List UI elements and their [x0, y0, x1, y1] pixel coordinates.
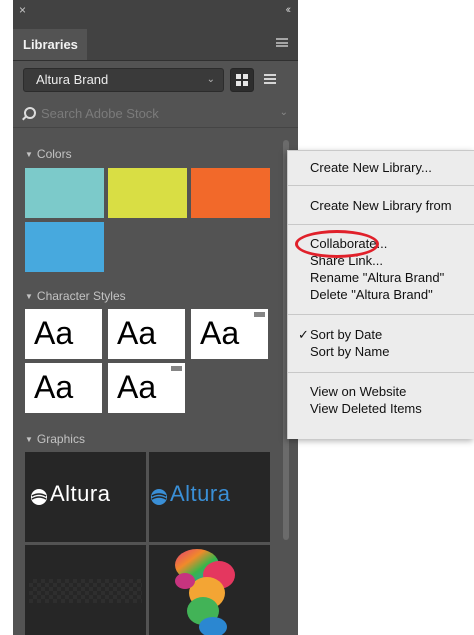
menu-item-rename[interactable]: Rename "Altura Brand" [310, 270, 444, 286]
menu-item-create-new-library-from[interactable]: Create New Library from [310, 198, 452, 214]
search-icon [24, 107, 36, 119]
character-style-tile[interactable]: Aa [25, 363, 102, 413]
character-style-tile[interactable]: Aa [25, 309, 102, 359]
altura-logo-icon [151, 489, 167, 505]
library-context-menu: Create New Library... Create New Library… [287, 150, 474, 439]
graphic-logo-text: Altura [50, 481, 111, 506]
panel-title-bar: × ‹‹ [13, 0, 298, 24]
transparency-pattern [29, 579, 142, 603]
section-header-graphics[interactable]: ▼ Graphics [25, 432, 85, 446]
menu-item-create-new-library[interactable]: Create New Library... [310, 160, 432, 176]
checkmark-icon: ✓ [298, 327, 309, 342]
graphic-tile-altura-white[interactable]: Altura [25, 452, 146, 542]
graphic-tile-altura-blue[interactable]: Altura [149, 452, 270, 542]
menu-separator [288, 185, 474, 186]
menu-separator [288, 224, 474, 225]
graphic-tile-ink-splash[interactable] [149, 545, 270, 635]
section-header-character-styles[interactable]: ▼ Character Styles [25, 289, 126, 303]
chevron-down-icon: ⌄ [206, 74, 215, 85]
menu-item-delete[interactable]: Delete "Altura Brand" [310, 287, 433, 303]
style-indicator [171, 366, 182, 371]
disclosure-triangle-icon: ▼ [25, 435, 33, 444]
disclosure-triangle-icon: ▼ [25, 150, 33, 159]
library-select[interactable]: Altura Brand ⌄ [23, 68, 224, 92]
character-style-tile[interactable]: Aa [191, 309, 268, 359]
list-view-button[interactable] [259, 68, 283, 92]
menu-item-sort-by-date[interactable]: Sort by Date [310, 327, 382, 343]
ink-splash-image [175, 549, 235, 635]
close-icon[interactable]: × [19, 4, 26, 16]
color-swatch[interactable] [108, 168, 187, 218]
libraries-panel: × ‹‹ Libraries Altura Brand ⌄ Search Ado… [13, 0, 298, 635]
style-indicator [254, 312, 265, 317]
panel-tab-row: Libraries [13, 24, 298, 61]
menu-item-sort-by-name[interactable]: Sort by Name [310, 344, 389, 360]
character-style-tile[interactable]: Aa [108, 309, 185, 359]
highlight-circle-annotation [295, 230, 379, 258]
library-select-value: Altura Brand [36, 72, 109, 87]
grid-view-button[interactable] [230, 68, 254, 92]
color-swatch[interactable] [191, 168, 270, 218]
menu-item-view-on-website[interactable]: View on Website [310, 384, 406, 400]
color-swatch[interactable] [25, 168, 104, 218]
character-style-tile[interactable]: Aa [108, 363, 185, 413]
panel-menu-icon[interactable] [276, 38, 288, 47]
menu-item-view-deleted-items[interactable]: View Deleted Items [310, 401, 422, 417]
tab-libraries[interactable]: Libraries [13, 29, 87, 60]
disclosure-triangle-icon: ▼ [25, 292, 33, 301]
altura-logo-icon [31, 489, 47, 505]
color-swatch[interactable] [25, 222, 104, 272]
menu-separator [288, 314, 474, 315]
chevron-down-icon[interactable]: ⌄ [280, 107, 288, 118]
graphic-tile-transparent[interactable] [25, 545, 146, 635]
menu-separator [288, 372, 474, 373]
stock-search[interactable]: Search Adobe Stock ⌄ [13, 101, 298, 128]
collapse-icon[interactable]: ‹‹ [286, 4, 292, 16]
section-header-colors[interactable]: ▼ Colors [25, 147, 72, 161]
graphic-logo-text: Altura [170, 481, 231, 506]
search-input[interactable]: Search Adobe Stock [41, 106, 159, 121]
